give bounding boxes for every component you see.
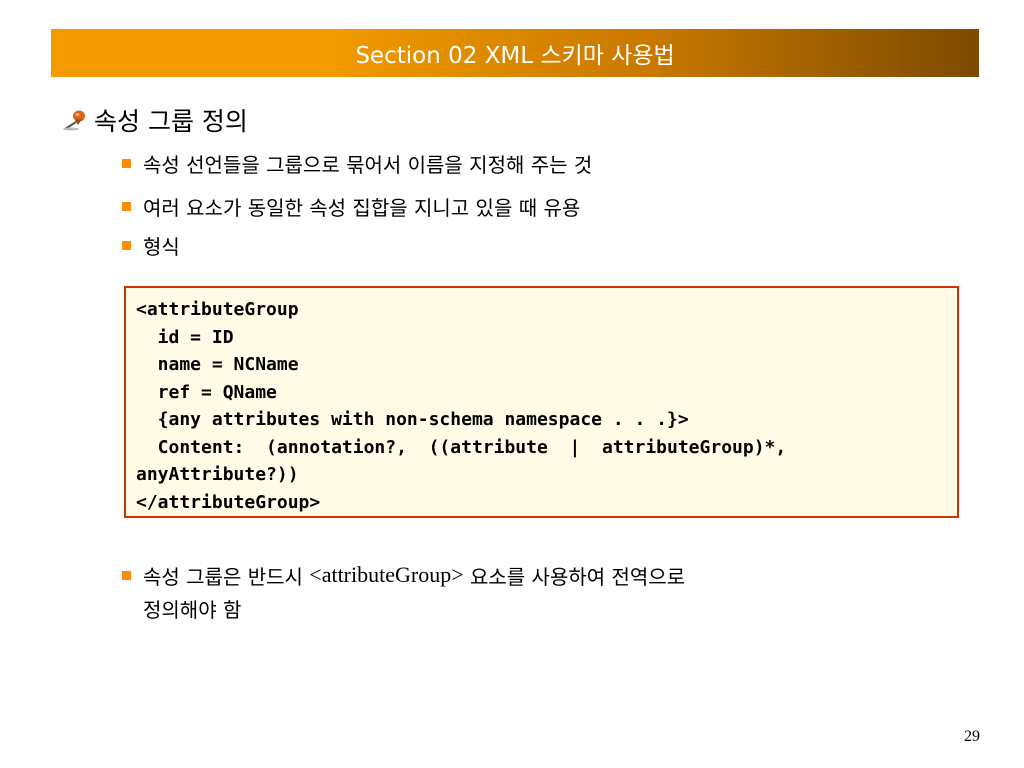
code-line: <attributeGroup bbox=[136, 299, 299, 320]
bullet-text: 여러 요소가 동일한 속성 집합을 지니고 있을 때 유용 bbox=[143, 195, 581, 220]
page-number: 29 bbox=[964, 728, 980, 745]
bullet-text: 속성 선언들을 그룹으로 묶어서 이름을 지정해 주는 것 bbox=[143, 152, 593, 177]
code-box: <attributeGroup id = ID name = NCName re… bbox=[124, 286, 959, 518]
code-line: name = NCName bbox=[136, 354, 299, 375]
pushpin-icon bbox=[62, 108, 88, 132]
bullet-text-line2: 정의해야 함 bbox=[143, 597, 242, 622]
title-bar: Section 02 XML 스키마 사용법 bbox=[51, 29, 979, 77]
code-line: {any attributes with non-schema namespac… bbox=[136, 409, 689, 430]
square-bullet-icon bbox=[122, 201, 131, 211]
bullet-item-3: 형식 bbox=[122, 229, 180, 261]
bullet-item-4: 속성 그룹은 반드시 <attributeGroup> 요소를 사용하여 전역으… bbox=[122, 558, 952, 624]
bullet-line-2: 정의해야 함 bbox=[122, 592, 952, 624]
code-line: anyAttribute?)) bbox=[136, 464, 299, 485]
square-bullet-icon bbox=[122, 158, 131, 168]
bullet-text: 형식 bbox=[143, 234, 180, 259]
bullet-line-1: 속성 그룹은 반드시 <attributeGroup> 요소를 사용하여 전역으… bbox=[122, 558, 952, 592]
bullet-text-tag: <attributeGroup> bbox=[309, 562, 464, 587]
section-heading: 속성 그룹 정의 bbox=[94, 107, 248, 136]
square-bullet-icon bbox=[122, 240, 131, 250]
code-line: ref = QName bbox=[136, 381, 277, 403]
slide: Section 02 XML 스키마 사용법 속성 그룹 정의 속성 선언들을 … bbox=[0, 0, 1024, 768]
code-line: Content: (annotation?, ((attribute | att… bbox=[136, 436, 787, 458]
square-bullet-icon bbox=[122, 570, 131, 580]
code-line: id = ID bbox=[136, 326, 234, 348]
bullet-item-1: 속성 선언들을 그룹으로 묶어서 이름을 지정해 주는 것 bbox=[122, 147, 592, 179]
heading-row: 속성 그룹 정의 bbox=[62, 100, 248, 140]
code-line: </attributeGroup> bbox=[136, 491, 321, 513]
bullet-text-part3: 요소를 사용하여 전역으로 bbox=[463, 564, 686, 589]
bullet-item-2: 여러 요소가 동일한 속성 집합을 지니고 있을 때 유용 bbox=[122, 190, 580, 222]
slide-title: Section 02 XML 스키마 사용법 bbox=[355, 43, 675, 69]
bullet-text-part1: 속성 그룹은 반드시 bbox=[143, 564, 310, 589]
